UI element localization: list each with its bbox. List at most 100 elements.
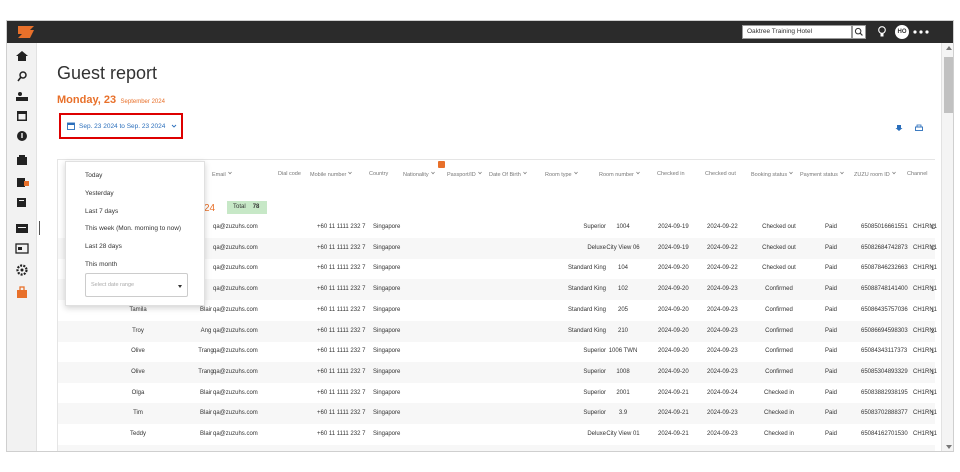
column-header[interactable]: Room number xyxy=(599,171,640,178)
cell-zuzu: 65083882938195 xyxy=(861,389,908,396)
cell-country: Singapore xyxy=(373,410,401,417)
cell-in: 2024-09-20 xyxy=(658,306,689,313)
home-icon[interactable] xyxy=(14,49,30,63)
column-header[interactable]: Checked out xyxy=(705,171,736,177)
cell-mobile: +60 11 1111 232 7 xyxy=(317,286,366,293)
cell-channel-wrap: 1 xyxy=(931,411,935,418)
cell-out: 2024-09-22 xyxy=(707,265,738,272)
bag-icon[interactable] xyxy=(14,285,30,299)
column-header[interactable]: Checked in xyxy=(657,171,685,177)
avatar[interactable]: HO xyxy=(895,25,909,39)
cell-email: qa@zuzuhs.com xyxy=(213,286,258,293)
option-today[interactable]: Today xyxy=(85,172,102,179)
custom-date-range-select[interactable]: Select date range xyxy=(85,273,188,297)
search-icon[interactable] xyxy=(14,69,30,83)
cell-channel-wrap: 1 xyxy=(931,307,935,314)
table-row[interactable]: TaengBlairqa@zuzuhs.com+60 11 1111 232 7… xyxy=(58,444,935,451)
scrollbar[interactable] xyxy=(941,43,953,451)
total-badge: Total 78 xyxy=(227,201,267,214)
column-header[interactable]: Email xyxy=(212,171,232,178)
option-last-7-days[interactable]: Last 7 days xyxy=(85,208,118,215)
scroll-thumb[interactable] xyxy=(944,57,953,113)
column-header-label: Dial code xyxy=(278,171,301,177)
column-header-label: Mobile number xyxy=(310,172,347,178)
scroll-up-icon[interactable] xyxy=(946,46,952,50)
table-row[interactable]: Olga Blair qa@zuzuhs.com +60 11 1111 232 7S… xyxy=(58,383,937,404)
option-this-month[interactable]: This month xyxy=(85,261,117,268)
more-icon[interactable] xyxy=(912,30,930,34)
column-header[interactable]: Payment status xyxy=(800,171,844,178)
cell-in: 2024-09-19 xyxy=(658,224,689,230)
folder-icon[interactable] xyxy=(14,221,30,235)
cell-country: Singapore xyxy=(373,431,401,437)
download-icon[interactable] xyxy=(895,124,903,132)
cell-payment: Paid xyxy=(824,348,837,355)
column-header-label: Checked in xyxy=(657,171,685,177)
option-this-week[interactable]: This week (Mon. morning to now) xyxy=(85,225,181,232)
column-header[interactable]: Dial code xyxy=(278,171,301,177)
cell-payment: Paid xyxy=(824,431,837,437)
column-header[interactable]: Country xyxy=(369,171,388,177)
info-icon[interactable] xyxy=(14,129,30,143)
column-header[interactable]: Booking status xyxy=(751,171,793,178)
chevron-down-icon xyxy=(636,171,640,175)
date-range-label: Sep. 23 2024 to Sep. 23 2024 xyxy=(79,123,166,130)
table-row[interactable]: Olive Trang qa@zuzuhs.com +60 11 1111 232 7… xyxy=(58,341,937,362)
cell-zuzu: 65085304893329 xyxy=(861,368,908,375)
table-row[interactable]: Olive Trang qa@zuzuhs.com +60 11 1111 232 7… xyxy=(58,361,937,383)
list-icon[interactable] xyxy=(14,195,30,209)
option-yesterday[interactable]: Yesterday xyxy=(85,190,114,197)
column-header[interactable]: ZUZU room ID xyxy=(854,171,896,178)
reports-icon[interactable] xyxy=(14,153,30,167)
cell-first: Olga xyxy=(131,389,145,396)
print-icon[interactable] xyxy=(915,124,923,132)
nationality-filter-badge[interactable] xyxy=(438,161,445,168)
cell-zuzu: 65087846232663 xyxy=(861,265,908,272)
column-header[interactable]: Nationality xyxy=(403,171,435,178)
calendar-icon[interactable] xyxy=(14,109,30,123)
hotel-selector[interactable]: Oaktree Training Hotel xyxy=(742,25,852,39)
cell-email: qa@zuzuhs.com xyxy=(213,306,258,313)
cell-room-no: 210 xyxy=(617,327,628,334)
reservations-icon[interactable] xyxy=(14,89,30,103)
table-row[interactable]: Teddy Blair qa@zuzuhs.com +60 11 1111 232 7… xyxy=(58,424,937,445)
scroll-down-icon[interactable] xyxy=(946,445,952,449)
column-header-label: Checked out xyxy=(705,171,736,177)
chevron-down-icon xyxy=(789,171,793,175)
column-header-label: Passport/ID xyxy=(447,172,476,178)
guest-report-icon[interactable] xyxy=(14,175,30,189)
cell-channel-wrap: 1 xyxy=(931,390,935,397)
cell-email: qa@zuzuhs.com xyxy=(213,348,258,355)
cell-room-no: 3.9 xyxy=(618,410,628,417)
column-header[interactable]: Mobile number xyxy=(310,171,353,178)
cell-payment: Paid xyxy=(824,389,837,396)
card-icon[interactable] xyxy=(14,241,30,255)
table-row[interactable]: Tim Blair qa@zuzuhs.com +60 11 1111 232 7 Si… xyxy=(58,403,937,425)
column-header[interactable]: Room type xyxy=(545,171,578,178)
option-last-28-days[interactable]: Last 28 days xyxy=(85,243,122,250)
table-row[interactable]: Troy Ang qa@zuzuhs.com +60 11 1111 232 7 Sin… xyxy=(58,320,937,342)
cell-channel-wrap: 1 xyxy=(931,287,935,294)
bulb-icon[interactable] xyxy=(877,25,887,39)
cell-channel-wrap: 1 xyxy=(931,266,935,273)
chevron-down-icon xyxy=(840,171,844,175)
search-icon[interactable] xyxy=(852,25,866,39)
column-header[interactable]: Passport/ID xyxy=(447,171,482,178)
date-range-button[interactable]: Sep. 23 2024 to Sep. 23 2024 xyxy=(59,113,183,139)
cell-payment: Paid xyxy=(824,224,837,230)
column-header[interactable]: Date Of Birth xyxy=(489,171,527,178)
column-header-label: Country xyxy=(369,171,389,177)
report-day: Monday, 23 xyxy=(57,94,117,106)
cell-country: Singapore xyxy=(373,306,401,313)
sidebar-collapse-handle[interactable] xyxy=(39,221,43,235)
chevron-down-icon xyxy=(171,124,177,128)
cell-payment: Paid xyxy=(824,286,837,293)
cell-in: 2024-09-21 xyxy=(658,431,689,437)
logo-icon[interactable] xyxy=(16,25,36,39)
total-value: 78 xyxy=(252,204,260,210)
cell-booking: Checked in xyxy=(763,410,795,417)
settings-icon[interactable] xyxy=(14,263,30,277)
cell-booking: Checked in xyxy=(763,389,795,396)
cell-channel-wrap: 2 xyxy=(931,328,935,335)
column-header[interactable]: Channel xyxy=(907,171,928,177)
